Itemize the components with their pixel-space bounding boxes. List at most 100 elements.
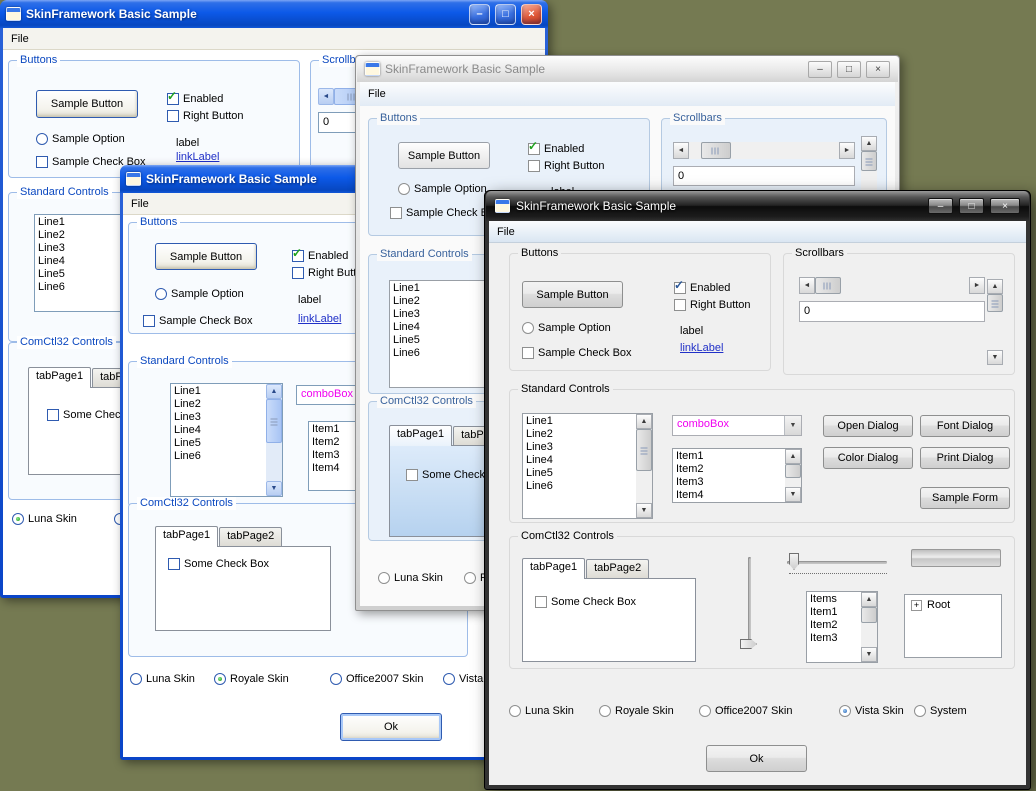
list-item[interactable]: Item4 (673, 489, 785, 502)
list-item[interactable]: Item3 (673, 476, 785, 489)
list-item[interactable]: Line5 (35, 268, 121, 281)
sample-option-radio[interactable]: Sample Option (522, 321, 611, 335)
scrollbar-thumb[interactable] (861, 151, 877, 171)
link-label[interactable]: linkLabel (680, 342, 723, 354)
skin-radio-vista[interactable]: Vista Skin (839, 704, 904, 718)
skin-radio-royale[interactable]: Royale Skin (599, 704, 674, 718)
list-item[interactable]: Line4 (35, 255, 121, 268)
titlebar[interactable]: SkinFramework Basic Sample – □ × (0, 0, 548, 28)
menu-file[interactable]: File (360, 88, 394, 100)
scroll-value-input[interactable]: 0 (799, 301, 985, 322)
list-item[interactable]: Line6 (171, 450, 266, 463)
right-button-checkbox[interactable]: Right Button (167, 109, 244, 123)
scrollbar-track[interactable] (987, 294, 1003, 350)
list-item[interactable]: Line2 (390, 295, 488, 308)
scroll-up-icon[interactable]: ▲ (987, 279, 1003, 294)
sample-check-box[interactable]: Sample Check Box (522, 346, 632, 360)
list-item[interactable]: Line1 (523, 415, 636, 428)
sample-button[interactable]: Sample Button (36, 90, 138, 118)
scrollbar-thumb[interactable] (636, 429, 652, 471)
list-item[interactable]: Line2 (171, 398, 266, 411)
scroll-down-icon[interactable]: ▼ (987, 350, 1003, 365)
scrollbar-thumb[interactable] (861, 607, 877, 623)
scrollbar-track[interactable] (815, 277, 969, 294)
menu-file[interactable]: File (3, 33, 37, 45)
scroll-right-icon[interactable]: ► (839, 142, 855, 159)
trackbar-thumb[interactable] (740, 639, 757, 649)
color-dialog-button[interactable]: Color Dialog (823, 447, 913, 469)
lines-listbox[interactable]: Line1 Line2 Line3 Line4 Line5 Line6 ▲ ▼ (522, 413, 653, 519)
minimize-button[interactable]: – (808, 61, 832, 78)
scrollbar-thumb[interactable] (701, 142, 731, 159)
skin-radio-office2007[interactable]: Office2007 Skin (330, 672, 423, 686)
list-item[interactable]: Line6 (35, 281, 121, 294)
scroll-right-icon[interactable]: ► (969, 277, 985, 294)
expand-icon[interactable]: + (911, 600, 922, 611)
scroll-down-icon[interactable]: ▼ (785, 487, 801, 502)
scroll-left-icon[interactable]: ◄ (799, 277, 815, 294)
list-item[interactable]: Line1 (171, 385, 266, 398)
scroll-left-icon[interactable]: ◄ (673, 142, 689, 159)
font-dialog-button[interactable]: Font Dialog (920, 415, 1010, 437)
list-item[interactable]: Line5 (171, 437, 266, 450)
horizontal-scrollbar[interactable]: ◄ ► (673, 142, 855, 159)
scroll-up-icon[interactable]: ▲ (861, 592, 877, 607)
print-dialog-button[interactable]: Print Dialog (920, 447, 1010, 469)
list-item[interactable]: Item1 (673, 450, 785, 463)
skin-radio-luna[interactable]: Luna Skin (378, 571, 443, 585)
right-button-checkbox[interactable]: Right Button (528, 159, 605, 173)
vertical-scrollbar[interactable]: ▲ ▼ (987, 279, 1003, 365)
horizontal-scrollbar[interactable]: ◄ ► (799, 277, 985, 294)
scroll-down-icon[interactable]: ▼ (861, 647, 877, 662)
scrollbar-track[interactable] (266, 399, 282, 481)
scroll-left-icon[interactable]: ◄ (318, 88, 334, 105)
minimize-button[interactable]: – (928, 198, 953, 214)
scroll-value-input[interactable]: 0 (673, 166, 855, 186)
items-listbox[interactable]: Item1 Item2 Item3 Item4 ▲ ▼ (672, 448, 802, 503)
scrollbar-track[interactable] (861, 607, 877, 647)
list-item[interactable]: Line4 (523, 454, 636, 467)
scrollbar-thumb[interactable] (815, 277, 841, 294)
list-item[interactable]: Item2 (673, 463, 785, 476)
tab-tabpage2[interactable]: tabPage2 (586, 559, 649, 578)
tab-tabpage1[interactable]: tabPage1 (28, 367, 91, 388)
tab-tabpage1[interactable]: tabPage1 (522, 558, 585, 579)
scrollbar-track[interactable] (689, 142, 839, 159)
maximize-button[interactable]: □ (959, 198, 984, 214)
menu-file[interactable]: File (123, 198, 157, 210)
link-label[interactable]: linkLabel (176, 151, 219, 163)
sample-option-radio[interactable]: Sample Option (155, 287, 244, 301)
list-item[interactable]: Line3 (171, 411, 266, 424)
scrollbar-track[interactable] (785, 464, 801, 487)
list-item[interactable]: Line1 (390, 282, 488, 295)
listview[interactable]: Items Item1 Item2 Item3 ▲ ▼ (806, 591, 878, 663)
enabled-checkbox[interactable]: ✓Enabled (674, 281, 730, 295)
list-item[interactable]: Items (807, 593, 861, 606)
chevron-down-icon[interactable]: ▼ (784, 416, 801, 435)
close-button[interactable]: × (990, 198, 1020, 214)
list-item[interactable]: Line3 (35, 242, 121, 255)
skin-radio-system[interactable]: System (914, 704, 967, 718)
ok-button[interactable]: Ok (706, 745, 807, 772)
listbox-scrollbar[interactable]: ▲ ▼ (785, 449, 801, 502)
list-item[interactable]: Line5 (390, 334, 488, 347)
sample-button[interactable]: Sample Button (155, 243, 257, 270)
titlebar[interactable]: SkinFramework Basic Sample – □ × (486, 191, 1029, 221)
combo-box[interactable]: comboBox ▼ (672, 415, 802, 436)
listbox-scrollbar[interactable]: ▲ ▼ (636, 414, 652, 518)
list-item[interactable]: Line6 (523, 480, 636, 493)
list-item[interactable]: Line4 (390, 321, 488, 334)
skin-radio-luna[interactable]: Luna Skin (12, 512, 77, 526)
open-dialog-button[interactable]: Open Dialog (823, 415, 913, 437)
list-item[interactable]: Item2 (807, 619, 861, 632)
scrollbar-thumb[interactable] (266, 399, 282, 443)
listbox-scrollbar[interactable]: ▲ ▼ (861, 592, 877, 662)
trackbar-thumb[interactable] (789, 553, 799, 570)
skin-radio-office2007[interactable]: Office2007 Skin (699, 704, 792, 718)
ok-button[interactable]: Ok (340, 713, 442, 741)
lines-listbox[interactable]: Line1 Line2 Line3 Line4 Line5 Line6 ▲ ▼ (170, 383, 283, 497)
scroll-up-icon[interactable]: ▲ (636, 414, 652, 429)
horizontal-trackbar[interactable] (785, 553, 893, 579)
close-button[interactable]: × (521, 4, 542, 25)
scrollbar-thumb[interactable] (785, 464, 801, 478)
